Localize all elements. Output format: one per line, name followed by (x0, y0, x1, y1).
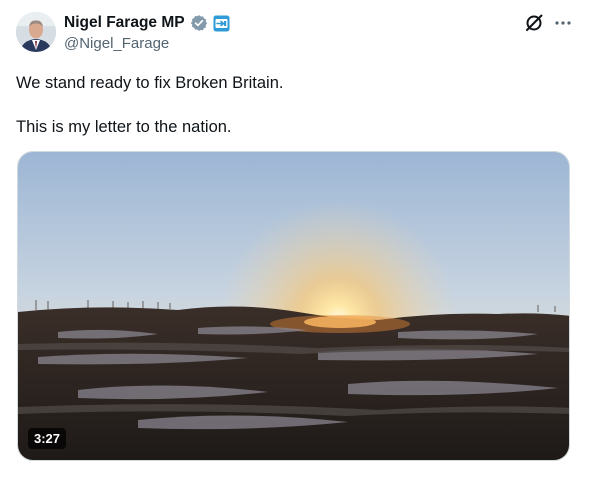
more-options-icon[interactable] (552, 12, 574, 34)
video-player[interactable]: 3:27 (17, 151, 570, 461)
avatar[interactable] (16, 12, 56, 52)
tweet-text-line: This is my letter to the nation. (16, 118, 232, 136)
affiliation-badge-icon[interactable] (213, 15, 230, 32)
tweet-text: We stand ready to fix Broken Britain. Th… (16, 72, 576, 138)
author-row: Nigel Farage MP (64, 12, 230, 34)
display-name[interactable]: Nigel Farage MP (64, 14, 185, 32)
tweet-text-line: We stand ready to fix Broken Britain. (16, 74, 284, 92)
video-duration: 3:27 (28, 428, 67, 449)
video-thumbnail (18, 152, 569, 460)
tweet-card: Nigel Farage MP @Nigel_Farage We stand r… (0, 0, 602, 481)
grok-icon[interactable] (523, 12, 545, 34)
handle[interactable]: @Nigel_Farage (64, 35, 169, 52)
verified-badge-icon[interactable] (190, 14, 208, 32)
